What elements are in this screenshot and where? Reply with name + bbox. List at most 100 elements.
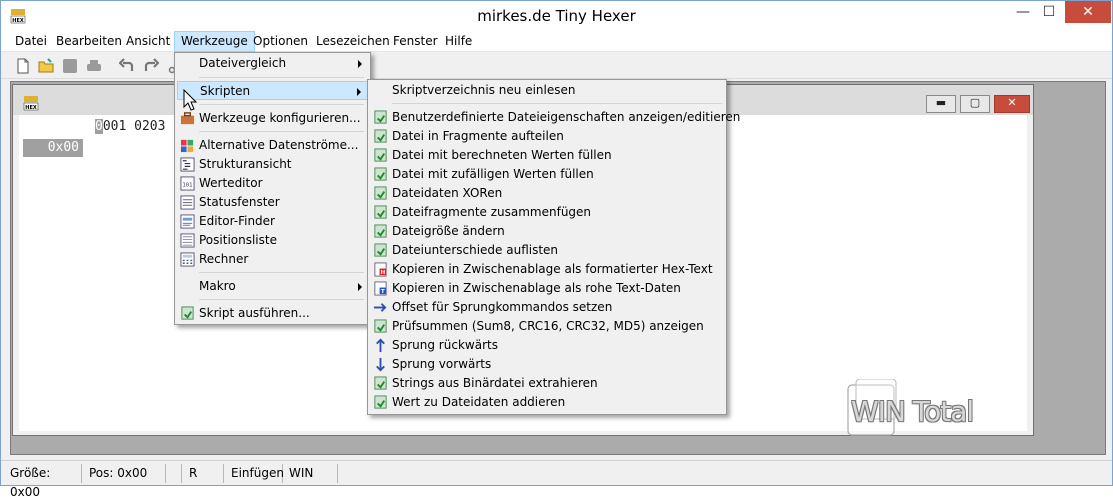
print-icon[interactable]	[86, 58, 102, 74]
hex-offset-cell: 0x00	[23, 139, 83, 157]
menu-item-skript-ausfuehren[interactable]: Skript ausführen...	[177, 304, 368, 323]
submenu-item-script[interactable]: Strings aus Binärdatei extrahieren	[370, 374, 724, 393]
hex-column-cursor: 0	[95, 119, 103, 134]
menu-item-editor-finder[interactable]: Editor-Finder	[177, 212, 368, 231]
menu-bar: Datei Bearbeiten Ansicht Werkzeuge Optio…	[1, 31, 1112, 52]
undo-icon[interactable]	[119, 58, 135, 74]
submenu-item-script[interactable]: Dateigröße ändern	[370, 222, 724, 241]
redo-icon[interactable]	[143, 58, 159, 74]
toolbox-icon	[180, 112, 195, 125]
script-run-icon	[181, 306, 194, 320]
arrow-up-icon	[376, 338, 385, 353]
menu-lesezeichen[interactable]: Lesezeichen	[310, 31, 396, 52]
menu-item-dateivergleich[interactable]: Dateivergleich	[177, 54, 368, 73]
submenu-item-script[interactable]: Sprung rückwärts	[370, 336, 724, 355]
calculator-icon	[180, 252, 195, 267]
child-maximize-button[interactable]: ▢	[960, 95, 990, 113]
submenu-item-script[interactable]: Dateifragmente zusammenfügen	[370, 203, 724, 222]
svg-text:101: 101	[182, 182, 192, 188]
submenu-arrow-icon	[358, 60, 362, 68]
submenu-item-script[interactable]: Datei in Fragmente aufteilen	[370, 127, 724, 146]
status-window-icon	[180, 195, 195, 210]
werkzeuge-menu: Dateivergleich Skripten Werkzeuge konfig…	[174, 52, 371, 325]
menu-separator	[199, 77, 364, 78]
position-list-icon	[180, 233, 195, 248]
submenu-arrow-icon	[358, 283, 362, 291]
menu-item-werkzeuge-konfigurieren[interactable]: Werkzeuge konfigurieren...	[177, 109, 368, 128]
menu-separator	[199, 299, 364, 300]
script-icon	[374, 110, 387, 124]
menu-item-werteditor[interactable]: 101 Werteditor	[177, 174, 368, 193]
svg-text:T: T	[381, 289, 385, 295]
status-empty	[170, 464, 182, 483]
script-icon	[374, 319, 387, 333]
script-icon	[374, 205, 387, 219]
data-streams-icon	[180, 139, 194, 153]
submenu-item-script[interactable]: Datei mit berechneten Werten füllen	[370, 146, 724, 165]
submenu-item-reload[interactable]: Skriptverzeichnis neu einlesen	[370, 81, 724, 100]
menu-werkzeuge[interactable]: Werkzeuge	[174, 31, 255, 52]
maximize-button[interactable]: ☐	[1036, 1, 1062, 23]
submenu-item-script[interactable]: Benutzerdefinierte Dateieigenschaften an…	[370, 108, 740, 127]
menu-separator	[199, 272, 364, 273]
status-position: Pos: 0x00	[86, 464, 166, 483]
menu-item-rechner[interactable]: Rechner	[177, 250, 368, 269]
status-insert: Einfügen	[228, 464, 284, 483]
submenu-item-script[interactable]: Wert zu Dateidaten addieren	[370, 393, 724, 412]
menu-item-makro[interactable]: Makro	[177, 277, 368, 296]
menu-bearbeiten[interactable]: Bearbeiten	[50, 31, 128, 52]
minimize-button[interactable]: —	[1010, 1, 1036, 23]
status-bar: Größe: 0x00 Pos: 0x00 R Einfügen WIN	[1, 460, 1112, 499]
submenu-item-script[interactable]: Prüfsummen (Sum8, CRC16, CRC32, MD5) anz…	[370, 317, 724, 336]
menu-item-skripten[interactable]: Skripten	[177, 81, 368, 100]
save-icon[interactable]	[62, 58, 78, 74]
menu-item-strukturansicht[interactable]: Strukturansicht	[177, 155, 368, 174]
script-icon	[374, 243, 387, 257]
open-folder-icon[interactable]	[38, 58, 54, 74]
mouse-cursor-icon	[183, 89, 197, 111]
submenu-item-script[interactable]: T Kopieren in Zwischenablage als rohe Tex…	[370, 279, 724, 298]
hex-doc-icon[interactable]: HEX	[23, 95, 39, 111]
skripten-submenu: Skriptverzeichnis neu einlesen Benutzerd…	[367, 79, 740, 415]
status-mode: R	[186, 464, 224, 483]
status-charset: WIN	[286, 464, 338, 483]
script-icon	[374, 376, 387, 390]
status-size: Größe: 0x00	[7, 464, 82, 499]
script-icon	[374, 224, 387, 238]
hex-clipboard-icon: H	[374, 262, 387, 277]
submenu-item-script[interactable]: H Kopieren in Zwischenablage als formatie…	[370, 260, 724, 279]
arrow-right-icon	[373, 303, 387, 312]
submenu-item-script[interactable]: Dateidaten XORen	[370, 184, 724, 203]
close-button[interactable]: ✕	[1065, 1, 1111, 23]
editor-finder-icon	[180, 214, 195, 229]
menu-ansicht[interactable]: Ansicht	[120, 31, 176, 52]
menu-item-positionsliste[interactable]: Positionsliste	[177, 231, 368, 250]
menu-separator	[199, 104, 364, 105]
app-window: HEX mirkes.de Tiny Hexer — ☐ ✕ Datei Bea…	[0, 0, 1113, 499]
window-title: mirkes.de Tiny Hexer	[477, 7, 636, 25]
text-clipboard-icon: T	[374, 281, 387, 296]
menu-item-alternative-datenstroeme[interactable]: Alternative Datenströme...	[177, 136, 368, 155]
child-minimize-button[interactable]: ▬	[926, 95, 956, 113]
submenu-item-script[interactable]: Dateiunterschiede auflisten	[370, 241, 724, 260]
menu-datei[interactable]: Datei	[9, 31, 53, 52]
svg-text:H: H	[380, 270, 385, 276]
new-file-icon[interactable]	[15, 58, 31, 74]
submenu-item-script[interactable]: Offset für Sprungkommandos setzen	[370, 298, 724, 317]
watermark-text: WIN Total	[851, 395, 974, 428]
menu-optionen[interactable]: Optionen	[247, 31, 314, 52]
submenu-item-script[interactable]: Sprung vorwärts	[370, 355, 724, 374]
hex-column-labels: 001 0203	[102, 119, 166, 134]
submenu-item-script[interactable]: Datei mit zufälligen Werten füllen	[370, 165, 724, 184]
svg-text:HEX: HEX	[25, 105, 37, 111]
script-icon	[374, 186, 387, 200]
menu-fenster[interactable]: Fenster	[387, 31, 444, 52]
arrow-down-icon	[376, 357, 385, 372]
menu-separator	[199, 131, 364, 132]
wintotal-watermark: WIN Total	[844, 379, 1004, 439]
child-close-button[interactable]: ✕	[994, 95, 1030, 113]
toolbar	[1, 53, 1112, 79]
script-icon	[374, 129, 387, 143]
menu-item-statusfenster[interactable]: Statusfenster	[177, 193, 368, 212]
menu-hilfe[interactable]: Hilfe	[439, 31, 478, 52]
